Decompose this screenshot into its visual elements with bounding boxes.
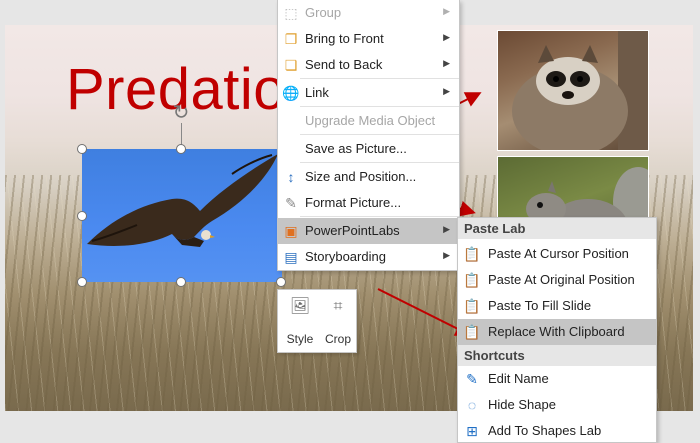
- add-to-shapes-lab-icon: ⊞: [466, 423, 478, 439]
- menu-separator: [300, 216, 459, 217]
- edit-name-icon: ✎: [466, 371, 478, 387]
- picture-style-icon: 🖼: [289, 298, 311, 315]
- mini-toolbar: 🖼 Style ⌗ Crop: [277, 289, 357, 353]
- menu-item-format-picture[interactable]: ✎ Format Picture...: [278, 190, 459, 216]
- menu-item-link[interactable]: 🌐 Link ▶: [278, 80, 459, 106]
- shortcuts-header: Shortcuts: [458, 345, 656, 366]
- menu-separator: [300, 162, 459, 163]
- add-to-shapes-lab-item[interactable]: ⊞ Add To Shapes Lab: [458, 418, 656, 443]
- paste-icon: 📋: [463, 272, 481, 288]
- context-menu: ⬚ Group ▶ ❐ Bring to Front ▶ ❏ Send to B…: [277, 0, 460, 271]
- resize-handle-bottom[interactable]: [176, 277, 186, 287]
- eagle-image: [87, 154, 278, 247]
- crop-icon: ⌗: [333, 298, 343, 315]
- paste-icon: 📋: [463, 246, 481, 262]
- chevron-right-icon: ▶: [443, 250, 450, 260]
- format-picture-icon: ✎: [285, 195, 297, 211]
- chevron-right-icon: ▶: [443, 6, 450, 16]
- hide-shape-icon: ◌: [467, 397, 477, 413]
- menu-separator: [300, 106, 459, 107]
- edit-name-item[interactable]: ✎ Edit Name: [458, 366, 656, 392]
- link-icon: 🌐: [282, 85, 300, 101]
- storyboarding-icon: ▤: [284, 249, 298, 265]
- powerpointlabs-icon: ▣: [284, 223, 298, 239]
- eagle-picture[interactable]: [82, 149, 282, 282]
- chevron-right-icon: ▶: [443, 86, 450, 96]
- group-icon: ⬚: [284, 5, 298, 21]
- menu-item-powerpointlabs[interactable]: ▣ PowerPointLabs ▶: [278, 218, 459, 244]
- resize-handle-top[interactable]: [176, 144, 186, 154]
- replace-with-clipboard-item[interactable]: 📋 Replace With Clipboard: [458, 319, 656, 345]
- menu-item-size-and-position[interactable]: ↕ Size and Position...: [278, 164, 459, 190]
- chevron-right-icon: ▶: [443, 58, 450, 68]
- chevron-right-icon: ▶: [443, 224, 450, 234]
- paste-to-fill-slide-item[interactable]: 📋 Paste To Fill Slide: [458, 293, 656, 319]
- style-button[interactable]: 🖼 Style: [281, 294, 319, 350]
- menu-item-save-as-picture[interactable]: Save as Picture...: [278, 136, 459, 162]
- rotate-handle-icon[interactable]: ↻: [170, 102, 192, 124]
- resize-handle-left[interactable]: [77, 211, 87, 221]
- menu-separator: [300, 134, 459, 135]
- paste-at-cursor-position-item[interactable]: 📋 Paste At Cursor Position: [458, 241, 656, 267]
- resize-handle-bottom-right[interactable]: [276, 277, 286, 287]
- size-position-icon: ↕: [287, 169, 295, 185]
- menu-item-storyboarding[interactable]: ▤ Storyboarding ▶: [278, 244, 459, 270]
- bring-to-front-icon: ❐: [284, 31, 298, 47]
- hide-shape-item[interactable]: ◌ Hide Shape: [458, 392, 656, 418]
- paste-lab-header: Paste Lab: [458, 218, 656, 239]
- powerpointlabs-submenu: Paste Lab 📋 Paste At Cursor Position 📋 P…: [457, 217, 657, 443]
- paste-icon: 📋: [463, 298, 481, 314]
- menu-item-upgrade-media-object[interactable]: Upgrade Media Object: [278, 108, 459, 134]
- send-to-back-icon: ❏: [284, 57, 298, 73]
- menu-separator: [300, 78, 459, 79]
- replace-clipboard-icon: 📋: [463, 324, 481, 340]
- paste-at-original-position-item[interactable]: 📋 Paste At Original Position: [458, 267, 656, 293]
- resize-handle-bottom-left[interactable]: [77, 277, 87, 287]
- raccoon-picture[interactable]: [497, 30, 649, 151]
- chevron-right-icon: ▶: [443, 32, 450, 42]
- crop-button[interactable]: ⌗ Crop: [319, 294, 357, 350]
- menu-item-bring-to-front[interactable]: ❐ Bring to Front ▶: [278, 26, 459, 52]
- menu-item-group[interactable]: ⬚ Group ▶: [278, 0, 459, 26]
- resize-handle-top-left[interactable]: [77, 144, 87, 154]
- raccoon-image: [512, 31, 648, 150]
- menu-item-send-to-back[interactable]: ❏ Send to Back ▶: [278, 52, 459, 78]
